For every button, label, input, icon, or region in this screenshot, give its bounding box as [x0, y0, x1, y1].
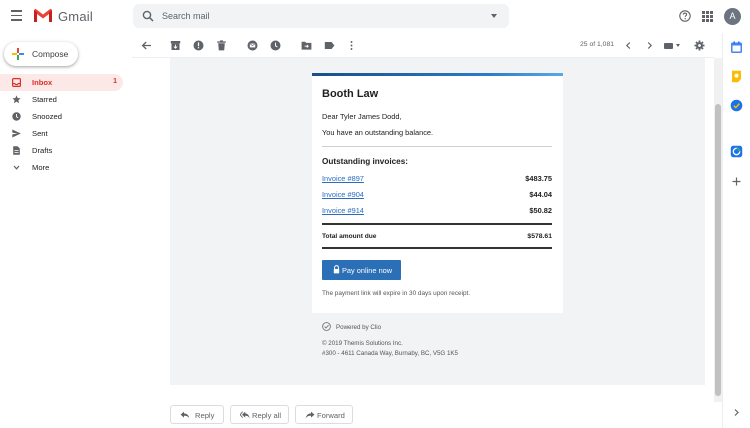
total-amount: $578.61 [527, 233, 552, 240]
sidebar-item-inbox[interactable]: Inbox 1 [0, 74, 123, 91]
reply-all-icon [240, 411, 250, 419]
firm-name: Booth Law [322, 88, 379, 100]
back-arrow-icon[interactable] [141, 40, 152, 51]
settings-icon[interactable] [694, 40, 705, 51]
tasks-icon[interactable] [730, 99, 743, 112]
apps-grid-icon[interactable] [702, 11, 713, 22]
chevron-down-icon [13, 165, 20, 170]
inbox-icon [12, 78, 21, 87]
draft-icon [13, 146, 20, 155]
move-to-icon[interactable] [301, 40, 312, 51]
star-icon [12, 95, 21, 104]
gmail-wordmark: Gmail [58, 9, 93, 24]
total-divider-top [322, 223, 552, 225]
label-icon[interactable] [324, 40, 335, 51]
add-addon-icon[interactable] [730, 175, 743, 188]
total-label: Total amount due [322, 233, 377, 240]
reply-button[interactable]: Reply [170, 405, 224, 424]
invoice-row: Invoice #897 $483.75 [322, 174, 552, 186]
more-vert-icon[interactable] [346, 40, 357, 51]
compose-button[interactable]: Compose [4, 42, 78, 66]
side-panel-toggle-icon[interactable] [730, 406, 743, 419]
sidebar-item-drafts[interactable]: Drafts [0, 142, 123, 159]
top-bar: Gmail A [0, 0, 750, 33]
search-input[interactable] [162, 8, 482, 24]
input-tools-dropdown-icon[interactable] [676, 44, 680, 47]
keep-icon[interactable] [730, 70, 743, 83]
report-spam-icon[interactable] [193, 40, 204, 51]
sidebar-item-snoozed[interactable]: Snoozed [0, 108, 123, 125]
compose-label: Compose [32, 49, 69, 59]
powered-by-clio[interactable]: Powered by Clio [336, 324, 381, 331]
invoice-card: Booth Law Dear Tyler James Dodd, You hav… [312, 73, 563, 313]
lock-icon [333, 265, 340, 274]
reply-all-label: Reply all [252, 411, 282, 420]
mark-unread-icon[interactable] [247, 40, 258, 51]
sidebar-item-label: Drafts [32, 146, 53, 155]
invoice-row: Invoice #904 $44.04 [322, 190, 552, 202]
sidebar-item-label: Snoozed [32, 112, 62, 121]
balance-message: You have an outstanding balance. [322, 128, 434, 137]
clio-check-icon [322, 322, 331, 331]
message-toolbar: 25 of 1,081 [132, 33, 714, 58]
pay-online-button[interactable]: Pay online now [322, 260, 401, 280]
main-menu-icon[interactable] [11, 10, 22, 21]
invoice-row: Invoice #914 $50.82 [322, 206, 552, 218]
sidebar-item-label: Sent [32, 129, 48, 138]
side-panel [722, 33, 750, 428]
send-icon [12, 129, 21, 138]
compose-plus-icon [12, 48, 24, 60]
reply-all-button[interactable]: Reply all [230, 405, 289, 424]
sidebar-item-sent[interactable]: Sent [0, 125, 123, 142]
search-bar [133, 4, 509, 28]
next-icon[interactable] [644, 40, 655, 51]
invoice-link[interactable]: Invoice #897 [322, 174, 364, 183]
pay-online-label: Pay online now [342, 266, 393, 275]
reply-icon [180, 411, 190, 419]
email-body: Booth Law Dear Tyler James Dodd, You hav… [170, 58, 705, 385]
sidebar-item-label: More [32, 163, 50, 172]
account-avatar[interactable]: A [724, 8, 741, 25]
pagination-count: 25 of 1,081 [580, 41, 615, 48]
search-icon[interactable] [142, 10, 154, 22]
archive-icon[interactable] [170, 40, 181, 51]
forward-icon [305, 411, 315, 419]
company-address: #300 - 4611 Canada Way, Burnaby, BC, V5G… [322, 350, 458, 357]
calendar-icon[interactable] [730, 41, 743, 54]
help-icon[interactable] [679, 10, 691, 22]
prev-icon[interactable] [623, 40, 634, 51]
keyboard-icon[interactable] [664, 43, 673, 49]
divider [322, 146, 552, 147]
expiry-note: The payment link will expire in 30 days … [322, 290, 471, 297]
sidebar-nav: Inbox 1 Starred Snoozed Sent Drafts More [0, 74, 130, 176]
card-accent-bar [312, 73, 563, 76]
forward-label: Forward [317, 411, 345, 420]
forward-button[interactable]: Forward [295, 405, 353, 424]
copyright: © 2019 Themis Solutions Inc. [322, 340, 403, 347]
invoice-amount: $50.82 [529, 206, 552, 215]
sidebar-item-label: Inbox [32, 78, 53, 87]
invoice-amount: $483.75 [525, 174, 552, 183]
clock-icon [12, 112, 21, 121]
unread-count: 1 [113, 78, 117, 85]
invoice-link[interactable]: Invoice #904 [322, 190, 364, 199]
total-divider-bottom [322, 247, 552, 249]
scrollbar-thumb[interactable] [715, 104, 721, 396]
gmail-logo[interactable] [33, 8, 53, 23]
invoices-heading: Outstanding invoices: [322, 157, 408, 166]
invoice-amount: $44.04 [529, 190, 552, 199]
sidebar-item-label: Starred [32, 95, 57, 104]
delete-icon[interactable] [216, 40, 227, 51]
search-options-icon[interactable] [491, 14, 497, 18]
reply-label: Reply [195, 411, 215, 420]
greeting: Dear Tyler James Dodd, [322, 112, 402, 121]
invoice-link[interactable]: Invoice #914 [322, 206, 364, 215]
sidebar-item-starred[interactable]: Starred [0, 91, 123, 108]
sidebar-item-more[interactable]: More [0, 159, 123, 176]
contacts-addon-icon[interactable] [730, 145, 743, 158]
snooze-icon[interactable] [270, 40, 281, 51]
